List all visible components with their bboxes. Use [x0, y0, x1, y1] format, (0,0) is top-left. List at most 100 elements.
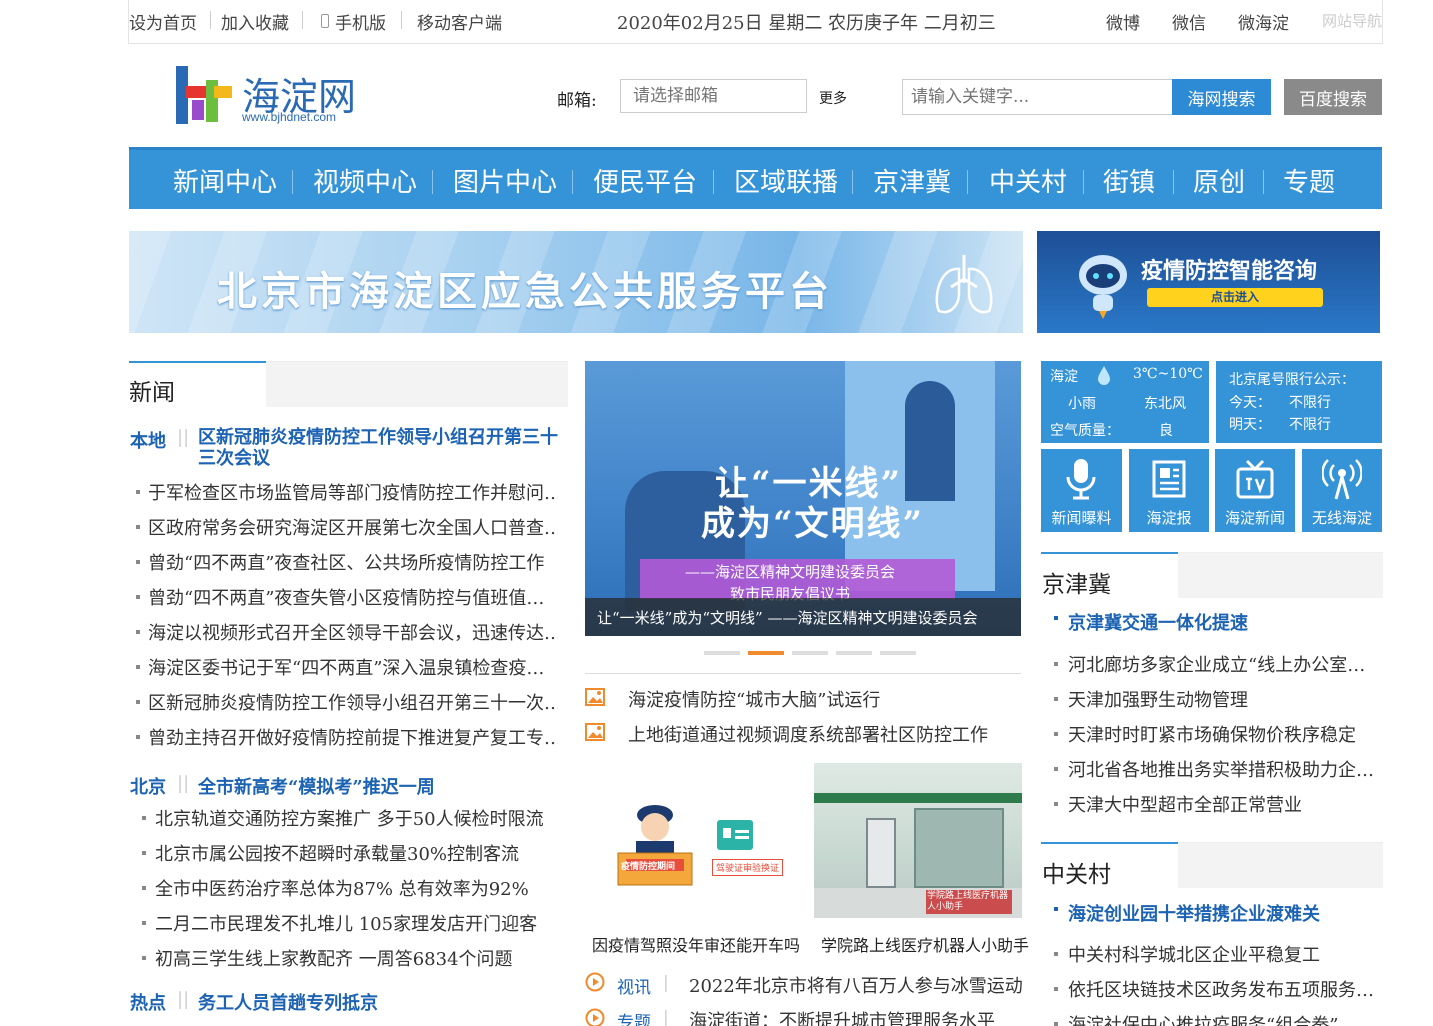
- slideshow[interactable]: 让“一米线” 成为“文明线” ——海淀区精神文明建设委员会 致市民朋友倡议书 让…: [585, 361, 1021, 636]
- video-tag[interactable]: 视讯: [617, 973, 651, 998]
- thumb-caption[interactable]: 学院路上线医疗机器人小助手: [821, 932, 1029, 956]
- quick-wireless[interactable]: 无线海淀: [1302, 449, 1382, 532]
- baidu-search-button[interactable]: 百度搜索: [1284, 79, 1382, 115]
- weixin-link[interactable]: 微信: [1172, 9, 1206, 34]
- nav-video[interactable]: 视频中心: [313, 162, 417, 199]
- divider: [967, 170, 968, 194]
- list-item[interactable]: 区新冠肺炎疫情防控工作领导小组召开第三十一次…: [148, 689, 558, 715]
- site-nav-link[interactable]: 网站导航: [1322, 10, 1382, 31]
- list-item[interactable]: 全市中医药治疗率总体为87% 总有效率为92%: [155, 875, 555, 901]
- video-item[interactable]: 2022年北京市将有八百万人参与冰雪运动: [689, 972, 1023, 998]
- air-quality-label: 空气质量：: [1050, 423, 1120, 439]
- pic-news-item[interactable]: 上地街道通过视频调度系统部署社区防控工作: [628, 721, 988, 747]
- divider: [852, 170, 853, 194]
- mobile-client-link[interactable]: 移动客户端: [417, 9, 502, 34]
- nav-zgc[interactable]: 中关村: [989, 162, 1067, 199]
- thumb-label: 疫情防控期间: [621, 862, 676, 872]
- bullet: [136, 525, 140, 529]
- beijing-headline[interactable]: 全市新高考“模拟考”推迟一周: [198, 773, 435, 799]
- mail-more-link[interactable]: 更多: [819, 88, 847, 108]
- slide-dot[interactable]: [880, 651, 916, 655]
- bullet: [1054, 1022, 1058, 1026]
- beijing-tag[interactable]: 北京: [130, 773, 166, 799]
- hot-tag[interactable]: 热点: [130, 989, 166, 1015]
- list-item[interactable]: 天津大中型超市全部正常营业: [1068, 791, 1378, 817]
- slide-dot-active[interactable]: [748, 651, 784, 655]
- set-home-link[interactable]: 设为首页: [129, 9, 197, 34]
- bullet: [1054, 952, 1058, 956]
- nav-special[interactable]: 专题: [1283, 162, 1335, 199]
- mobile-link[interactable]: 手机版: [335, 9, 386, 34]
- list-item[interactable]: 曾劲主持召开做好疫情防控前提下推进复产复工专…: [148, 724, 558, 750]
- slide-dot[interactable]: [836, 651, 872, 655]
- list-item[interactable]: 区政府常务会研究海淀区开展第七次全国人口普查…: [148, 514, 558, 540]
- nav-services[interactable]: 便民平台: [593, 162, 697, 199]
- zgc-tab[interactable]: 中关村: [1041, 842, 1178, 888]
- video-tag[interactable]: 专题: [617, 1008, 651, 1026]
- list-item[interactable]: 北京轨道交通防控方案推广 多于50人候检时限流: [155, 805, 555, 831]
- traffic-tomorrow-label: 明天：: [1229, 417, 1271, 433]
- image-icon: [585, 688, 605, 706]
- pic-news-item[interactable]: 海淀疫情防控“城市大脑”试运行: [628, 686, 880, 712]
- date-text: 2020年02月25日 星期二 农历庚子年 二月初三: [617, 13, 996, 34]
- thumb-robot[interactable]: 学院路上线医疗机器人小助手: [814, 763, 1022, 918]
- weather-temp: 3℃~10℃: [1133, 366, 1203, 382]
- list-item[interactable]: 中关村科学城北区企业平稳复工: [1068, 941, 1378, 967]
- thumb-caption[interactable]: 因疫情驾照没年审还能开车吗: [592, 932, 800, 956]
- news-tab[interactable]: 新闻: [129, 361, 266, 407]
- bullet: [1054, 616, 1058, 620]
- quick-tip-off[interactable]: 新闻曝料: [1041, 449, 1122, 532]
- slide-dot[interactable]: [792, 651, 828, 655]
- list-item[interactable]: 河北省各地推出务实举措积极助力企…: [1068, 756, 1378, 782]
- nav-regional[interactable]: 区域联播: [734, 162, 838, 199]
- slide-caption[interactable]: 让“一米线”成为“文明线” ——海淀区精神文明建设委员会: [597, 607, 977, 628]
- list-item[interactable]: 北京市属公园按不超瞬时承载量30%控制客流: [155, 840, 555, 866]
- list-item[interactable]: 曾劲“四不两直”夜查社区、公共场所疫情防控工作: [148, 549, 558, 575]
- bookmark-link[interactable]: 加入收藏: [221, 9, 289, 34]
- list-item[interactable]: 二月二市民理发不扎堆儿 105家理发店开门迎客: [155, 910, 555, 936]
- bullet: [142, 956, 146, 960]
- slide-dot[interactable]: [704, 651, 740, 655]
- list-item[interactable]: 初高三学生线上家教配齐 一周答6834个问题: [155, 945, 555, 971]
- emergency-banner[interactable]: 北京市海淀区应急公共服务平台: [129, 231, 1023, 333]
- nav-original[interactable]: 原创: [1193, 162, 1245, 199]
- list-item[interactable]: 海淀区委书记于军“四不两直”深入温泉镇检查疫…: [148, 654, 558, 680]
- weather-wind: 东北风: [1144, 396, 1186, 412]
- nav-towns[interactable]: 街镇: [1103, 162, 1155, 199]
- wei-haidian-link[interactable]: 微海淀: [1238, 9, 1289, 34]
- local-tag[interactable]: 本地: [130, 427, 166, 453]
- nav-jjj[interactable]: 京津冀: [873, 162, 951, 199]
- ai-consult-enter-button[interactable]: 点击进入: [1147, 288, 1323, 307]
- list-item[interactable]: 曾劲“四不两直”夜查失管小区疫情防控与值班值…: [148, 584, 558, 610]
- thumb-robot-figure: [866, 818, 896, 888]
- video-item[interactable]: 海淀街道：不断提升城市管理服务水平: [689, 1007, 995, 1026]
- list-item[interactable]: 天津加强野生动物管理: [1068, 686, 1378, 712]
- zgc-headline[interactable]: 海淀创业园十举措携企业渡难关: [1068, 900, 1320, 926]
- quick-tv[interactable]: 海淀新闻: [1215, 449, 1295, 532]
- thumb-license[interactable]: 疫情防控期间 驾驶证审验换证: [585, 763, 795, 918]
- jjj-tab[interactable]: 京津冀: [1041, 552, 1178, 598]
- thumb-sign-strip: [814, 793, 1022, 803]
- main-nav: 新闻中心 视频中心 图片中心 便民平台 区域联播 京津冀 中关村 街镇 原创 专…: [129, 147, 1382, 209]
- nav-news[interactable]: 新闻中心: [173, 162, 277, 199]
- list-item[interactable]: 海淀社保中心推拉疫服务“组合拳”: [1068, 1011, 1378, 1026]
- quick-newspaper[interactable]: 海淀报: [1129, 449, 1209, 532]
- nav-pictures[interactable]: 图片中心: [453, 162, 557, 199]
- list-item[interactable]: 于军检查区市场监管局等部门疫情防控工作并慰问…: [148, 479, 558, 505]
- haiwang-search-button[interactable]: 海网搜索: [1172, 79, 1271, 115]
- list-item[interactable]: 海淀以视频形式召开全区领导干部会议，迅速传达…: [148, 619, 558, 645]
- list-item[interactable]: 河北廊坊多家企业成立“线上办公室…: [1068, 651, 1378, 677]
- mail-select[interactable]: [620, 79, 807, 113]
- local-headline[interactable]: 区新冠肺炎疫情防控工作领导小组召开第三十三次会议: [198, 427, 563, 469]
- site-logo[interactable]: 海淀网 www.bjhdnet.com: [170, 60, 370, 130]
- hot-headline[interactable]: 务工人员首趟专列抵京: [198, 989, 378, 1015]
- weibo-link[interactable]: 微博: [1106, 9, 1140, 34]
- microphone-icon: [1066, 459, 1096, 500]
- phone-icon: [321, 14, 329, 28]
- list-item[interactable]: 依托区块链技术区政务发布五项服务…: [1068, 976, 1378, 1002]
- list-item[interactable]: 天津时时盯紧市场确保物价秩序稳定: [1068, 721, 1378, 747]
- traffic-today: 不限行: [1289, 395, 1331, 411]
- jjj-headline[interactable]: 京津冀交通一体化提速: [1068, 609, 1248, 635]
- ai-consult-banner[interactable]: 疫情防控智能咨询 点击进入: [1037, 231, 1380, 333]
- search-input[interactable]: [902, 79, 1174, 115]
